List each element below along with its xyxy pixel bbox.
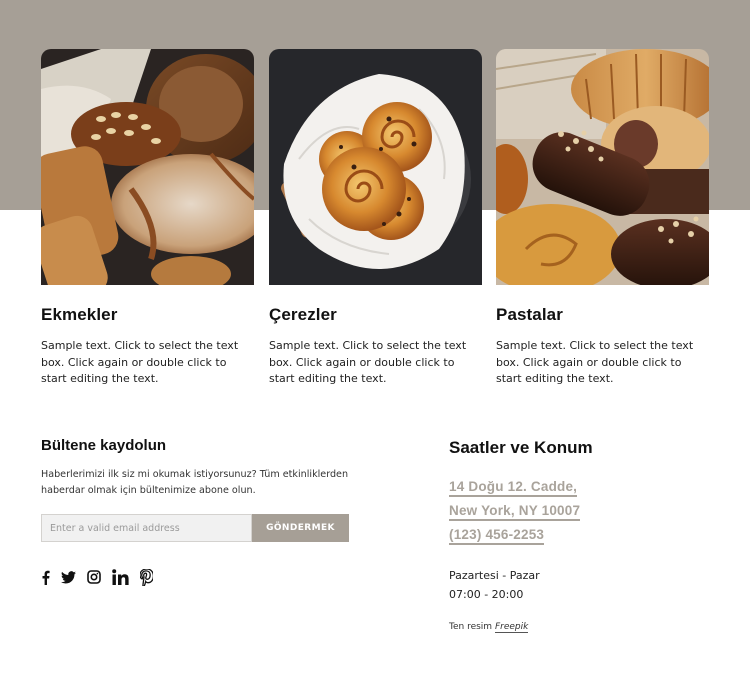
linkedin-icon [112, 569, 129, 585]
facebook-icon [42, 570, 50, 585]
email-input[interactable] [41, 514, 252, 542]
submit-button[interactable]: GÖNDERMEK [252, 514, 349, 542]
hours-location-section: Saatler ve Konum 14 Doğu 12. Cadde, New … [449, 438, 709, 633]
freepik-link[interactable]: Freepik [494, 622, 529, 633]
address-block: 14 Doğu 12. Cadde, New York, NY 10007 (1… [449, 478, 709, 550]
card-title: Çerezler [269, 305, 337, 324]
credit-prefix: Ten resim [449, 622, 493, 632]
facebook-link[interactable] [41, 568, 50, 586]
buns-photo [269, 49, 482, 285]
address-line-1-link[interactable]: 14 Doğu 12. Cadde, [449, 478, 578, 497]
twitter-link[interactable] [61, 568, 76, 586]
newsletter-section: Bültene kaydolun Haberlerimizi ilk siz m… [41, 437, 351, 498]
opening-days: Pazartesi - Pazar [449, 569, 540, 582]
pinterest-link[interactable] [140, 568, 153, 586]
twitter-icon [61, 570, 76, 583]
linkedin-link[interactable] [112, 568, 129, 586]
hours-location-title: Saatler ve Konum [449, 438, 593, 457]
card-text: Sample text. Click to select the text bo… [41, 339, 239, 385]
card-title: Ekmekler [41, 305, 118, 324]
social-links [41, 568, 164, 586]
pastries-photo [496, 49, 709, 285]
newsletter-form: GÖNDERMEK [41, 514, 349, 542]
instagram-icon [87, 570, 101, 584]
card-text: Sample text. Click to select the text bo… [496, 339, 694, 385]
breads-photo [41, 49, 254, 285]
pastries-image [496, 49, 709, 285]
product-card-breads: Ekmekler Sample text. Click to select th… [41, 49, 254, 388]
product-card-buns: Çerezler Sample text. Click to select th… [269, 49, 482, 388]
image-credit: Ten resim Freepik [449, 622, 709, 633]
opening-times: 07:00 - 20:00 [449, 588, 524, 601]
newsletter-description: Haberlerimizi ilk siz mi okumak istiyors… [41, 469, 349, 496]
breads-image [41, 49, 254, 285]
pinterest-icon [140, 568, 153, 586]
newsletter-title: Bültene kaydolun [41, 437, 167, 454]
buns-image [269, 49, 482, 285]
product-card-pastries: Pastalar Sample text. Click to select th… [496, 49, 709, 388]
card-text: Sample text. Click to select the text bo… [269, 339, 467, 385]
opening-hours: Pazartesi - Pazar 07:00 - 20:00 [449, 566, 709, 604]
instagram-link[interactable] [87, 568, 101, 586]
address-line-2-link[interactable]: New York, NY 10007 [449, 502, 581, 521]
card-title: Pastalar [496, 305, 563, 324]
phone-link[interactable]: (123) 456-2253 [449, 526, 545, 545]
